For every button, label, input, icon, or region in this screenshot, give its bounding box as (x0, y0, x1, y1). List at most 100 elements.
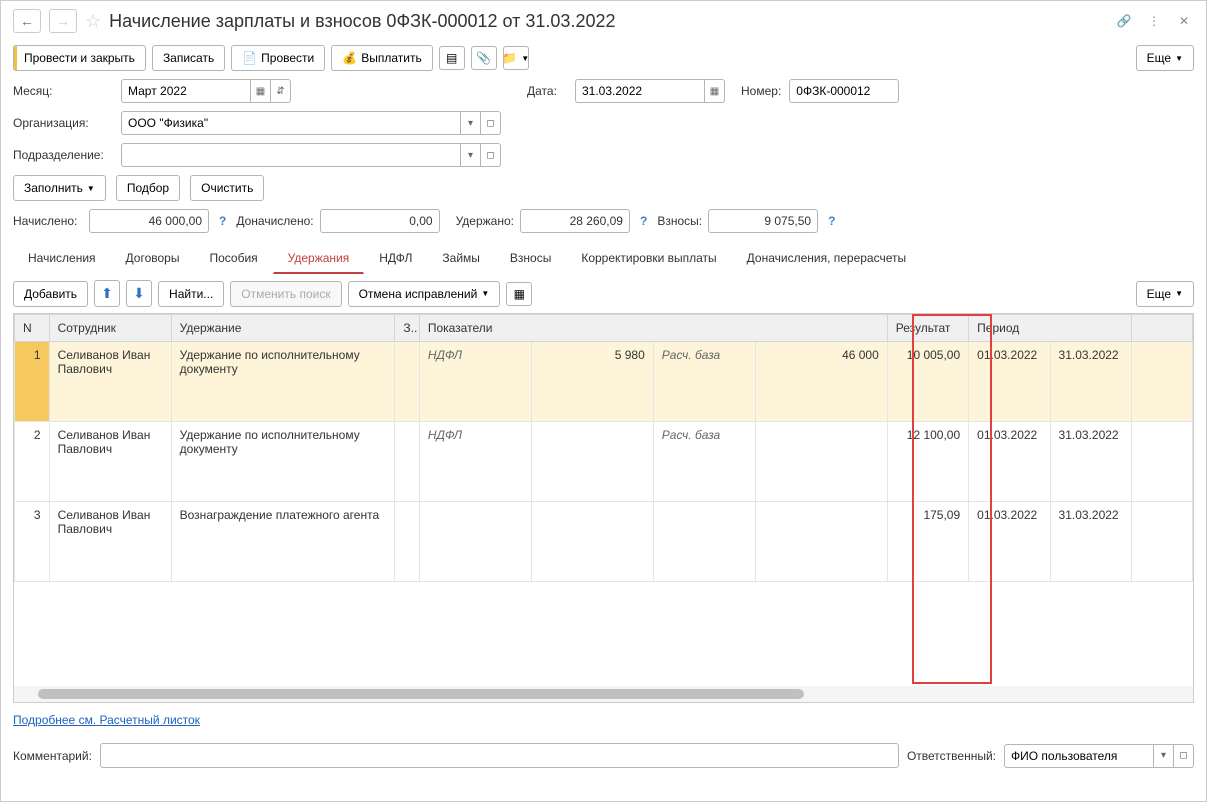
cell-result: 10 005,00 (887, 342, 968, 422)
cell-deduction: Удержание по исполнительному документу (171, 422, 395, 502)
select-button[interactable]: Подбор (116, 175, 180, 201)
tab-deductions[interactable]: Удержания (273, 243, 365, 274)
contrib-label: Взносы: (657, 214, 702, 228)
col-result[interactable]: Результат (887, 315, 968, 342)
nav-forward-button[interactable]: → (49, 9, 77, 33)
chevron-down-icon: ▾ (468, 118, 473, 129)
cell-c3 (395, 502, 419, 582)
link-icon[interactable]: 🔗 (1114, 11, 1134, 31)
dept-input[interactable] (121, 143, 461, 167)
accrued-value: 46 000,00 (89, 209, 209, 233)
move-up-button[interactable]: ⬆ (94, 280, 120, 307)
post-button[interactable]: 📄Провести (231, 45, 325, 71)
pay-button[interactable]: 💰Выплатить (331, 45, 432, 71)
withheld-label: Удержано: (456, 214, 514, 228)
table-row[interactable]: 3Селиванов Иван ПавловичВознаграждение п… (15, 502, 1193, 582)
month-input[interactable] (121, 79, 251, 103)
cell-ind2 (653, 502, 755, 582)
cancel-fixes-button[interactable]: Отмена исправлений ▼ (348, 281, 501, 307)
help-icon[interactable]: ? (640, 214, 647, 228)
col-n[interactable]: N (15, 315, 50, 342)
responsible-dropdown-button[interactable]: ▾ (1154, 744, 1174, 768)
fill-button[interactable]: Заполнить ▼ (13, 175, 106, 201)
attach-button[interactable]: 📎 (471, 46, 497, 70)
month-calendar-button[interactable]: ▦ (251, 79, 271, 103)
find-button[interactable]: Найти... (158, 281, 224, 307)
spinner-icon: ⇵ (276, 86, 284, 97)
clear-button[interactable]: Очистить (190, 175, 264, 201)
kebab-icon[interactable]: ⋮ (1144, 11, 1164, 31)
deductions-table[interactable]: N Сотрудник Удержание З.. Показатели Рез… (13, 313, 1194, 703)
tab-contracts[interactable]: Договоры (111, 243, 195, 274)
cell-extra (1131, 502, 1192, 582)
col-extra[interactable] (1131, 315, 1192, 342)
org-dropdown-button[interactable]: ▾ (461, 111, 481, 135)
col-3[interactable]: З.. (395, 315, 419, 342)
tab-benefits[interactable]: Пособия (194, 243, 272, 274)
cell-n: 1 (15, 342, 50, 422)
org-input[interactable] (121, 111, 461, 135)
open-icon: ◻ (486, 118, 494, 129)
chevron-down-icon: ▼ (481, 289, 489, 298)
cancel-search-button: Отменить поиск (230, 281, 341, 307)
table-row[interactable]: 1Селиванов Иван ПавловичУдержание по исп… (15, 342, 1193, 422)
scrollbar-thumb[interactable] (38, 689, 804, 699)
date-calendar-button[interactable]: ▦ (705, 79, 725, 103)
cell-period1: 01.03.2022 (969, 342, 1050, 422)
cell-ind1v: 5 980 (531, 342, 653, 422)
cell-employee: Селиванов Иван Павлович (49, 342, 171, 422)
favorite-icon[interactable]: ☆ (85, 11, 101, 32)
help-icon[interactable]: ? (219, 214, 226, 228)
folder-button[interactable]: 📁▼ (503, 46, 529, 70)
month-label: Месяц: (13, 84, 113, 98)
month-spinner-button[interactable]: ⇵ (271, 79, 291, 103)
cell-extra (1131, 342, 1192, 422)
comment-input[interactable] (100, 743, 899, 768)
col-employee[interactable]: Сотрудник (49, 315, 171, 342)
cell-ind1 (419, 502, 531, 582)
tab-loans[interactable]: Займы (427, 243, 495, 274)
open-icon: ◻ (486, 150, 494, 161)
number-input[interactable] (789, 79, 899, 103)
add-button[interactable]: Добавить (13, 281, 88, 307)
responsible-input[interactable] (1004, 744, 1154, 768)
tab-accruals[interactable]: Начисления (13, 243, 111, 274)
org-open-button[interactable]: ◻ (481, 111, 501, 135)
cell-ind2v (755, 422, 887, 502)
accrued-label: Начислено: (13, 214, 83, 228)
tab-contributions[interactable]: Взносы (495, 243, 566, 274)
col-period[interactable]: Период (969, 315, 1132, 342)
tab-corrections[interactable]: Корректировки выплаты (566, 243, 731, 274)
nav-back-button[interactable]: ← (13, 9, 41, 33)
responsible-open-button[interactable]: ◻ (1174, 744, 1194, 768)
tab-ndfl[interactable]: НДФЛ (364, 243, 427, 274)
chevron-down-icon: ▼ (1175, 54, 1183, 63)
responsible-label: Ответственный: (907, 749, 996, 763)
cell-period1: 01.03.2022 (969, 502, 1050, 582)
col-deduction[interactable]: Удержание (171, 315, 395, 342)
payslip-link[interactable]: Подробнее см. Расчетный листок (1, 703, 212, 737)
page-title: Начисление зарплаты и взносов 0ФЗК-00001… (109, 11, 1106, 32)
tab-recalc[interactable]: Доначисления, перерасчеты (732, 243, 921, 274)
dept-dropdown-button[interactable]: ▾ (461, 143, 481, 167)
horizontal-scrollbar[interactable] (14, 686, 1193, 702)
cell-result: 175,09 (887, 502, 968, 582)
move-down-button[interactable]: ⬇ (126, 280, 152, 307)
table-settings-button[interactable]: ▦ (506, 282, 532, 306)
save-button[interactable]: Записать (152, 45, 225, 71)
tab-more-button[interactable]: Еще ▼ (1136, 281, 1194, 307)
date-label: Дата: (527, 84, 567, 98)
report-button[interactable]: ▤ (439, 46, 465, 70)
number-label: Номер: (741, 84, 781, 98)
more-button[interactable]: Еще ▼ (1136, 45, 1194, 71)
table-row[interactable]: 2Селиванов Иван ПавловичУдержание по исп… (15, 422, 1193, 502)
folder-icon: 📁 (502, 51, 517, 65)
cell-c3 (395, 342, 419, 422)
post-and-close-button[interactable]: Провести и закрыть (13, 45, 146, 71)
col-indicators[interactable]: Показатели (419, 315, 887, 342)
date-input[interactable] (575, 79, 705, 103)
close-icon[interactable]: ✕ (1174, 11, 1194, 31)
dept-open-button[interactable]: ◻ (481, 143, 501, 167)
cell-n: 2 (15, 422, 50, 502)
help-icon[interactable]: ? (828, 214, 835, 228)
